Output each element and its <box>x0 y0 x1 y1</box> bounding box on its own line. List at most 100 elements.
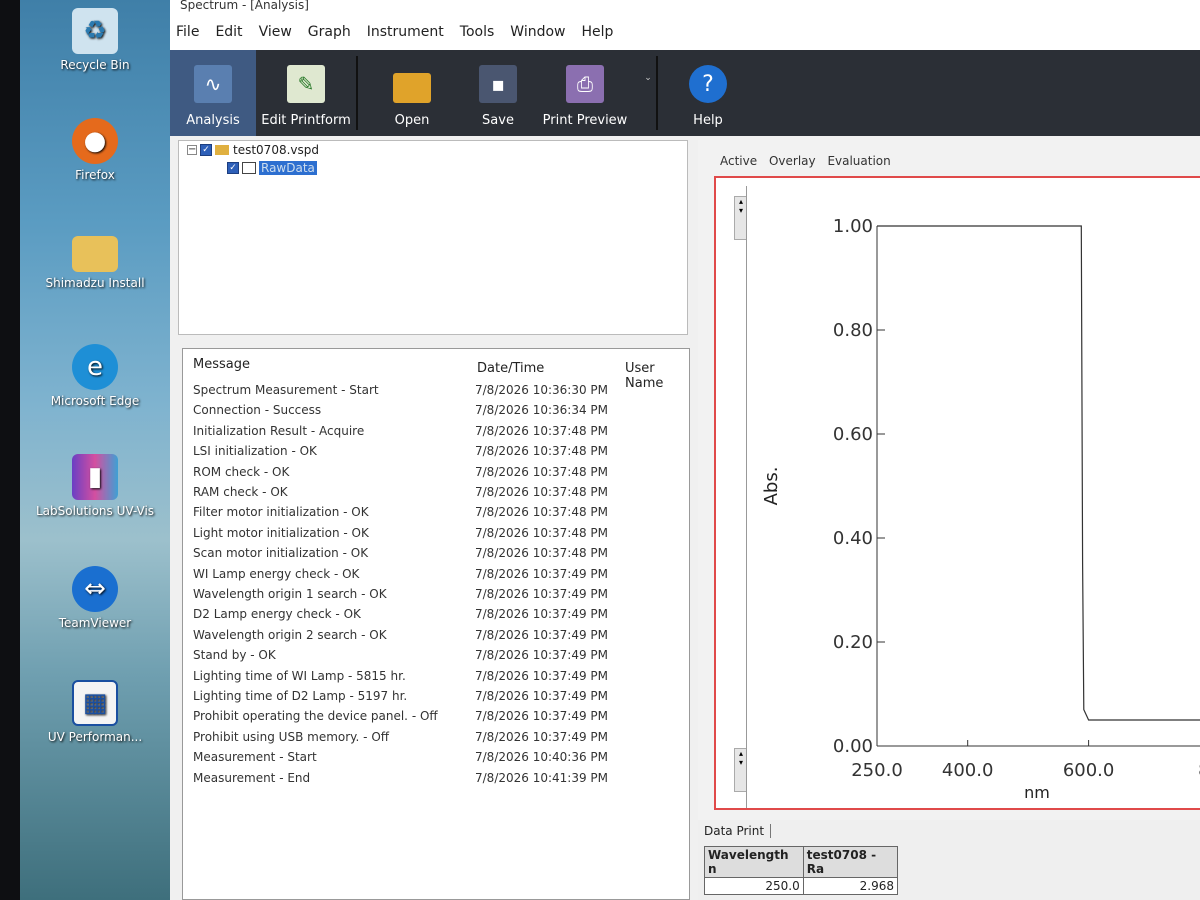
menu-help[interactable]: Help <box>581 24 613 40</box>
table-row[interactable]: Lighting time of D2 Lamp - 5197 hr. 7/8/2… <box>183 689 683 709</box>
app-window: Spectrum - [Analysis] File Edit View Gra… <box>170 0 1200 900</box>
table-row[interactable]: Light motor initialization - OK 7/8/2026 … <box>183 526 683 546</box>
menu-instrument[interactable]: Instrument <box>367 24 444 40</box>
desktop-icon-label: Recycle Bin <box>60 58 130 72</box>
table-row[interactable]: Prohibit using USB memory. - Off 7/8/2026… <box>183 730 683 750</box>
log-header-datetime[interactable]: Date/Time <box>477 361 544 376</box>
menu-bar: File Edit View Graph Instrument Tools Wi… <box>170 14 1200 50</box>
x-tick-label: 400.0 <box>942 760 994 781</box>
data-print-header-sample[interactable]: test0708 - Ra <box>802 846 899 878</box>
table-row[interactable]: D2 Lamp energy check - OK 7/8/2026 10:37:… <box>183 607 683 627</box>
table-row[interactable]: Wavelength origin 1 search - OK 7/8/2026 … <box>183 587 683 607</box>
table-row[interactable]: Initialization Result - Acquire 7/8/2026 … <box>183 424 683 444</box>
log-datetime: 7/8/2026 10:37:48 PM <box>475 444 609 459</box>
log-message: Prohibit operating the device panel. - O… <box>193 709 438 724</box>
desktop: ♻ Recycle Bin ● Firefox Shimadzu Install… <box>20 0 170 900</box>
log-datetime: 7/8/2026 10:37:48 PM <box>475 546 609 561</box>
tab-evaluation[interactable]: Evaluation <box>827 154 890 168</box>
table-row[interactable]: Stand by - OK 7/8/2026 10:37:49 PM <box>183 648 683 668</box>
spectrum-plot[interactable]: 0.000.200.400.600.801.00250.0400.0600.08… <box>746 186 1200 808</box>
collapse-icon[interactable]: − <box>187 145 197 155</box>
log-header-message[interactable]: Message <box>193 357 250 372</box>
menu-view[interactable]: View <box>259 24 292 40</box>
x-tick-label: 600.0 <box>1063 760 1115 781</box>
log-message: Light motor initialization - OK <box>193 525 369 540</box>
menu-window[interactable]: Window <box>510 24 565 40</box>
table-row[interactable]: Wavelength origin 2 search - OK 7/8/2026 … <box>183 628 683 648</box>
menu-tools[interactable]: Tools <box>460 24 495 40</box>
tree-checkbox[interactable]: ✓ <box>227 162 239 174</box>
table-row[interactable]: RAM check - OK 7/8/2026 10:37:48 PM <box>183 485 683 505</box>
edit-printform-button[interactable]: ✎ Edit Printform <box>256 50 356 136</box>
table-row[interactable]: Scan motor initialization - OK 7/8/2026 1… <box>183 546 683 566</box>
desktop-icon-shimadzu-install[interactable]: Shimadzu Install <box>20 236 170 291</box>
recycle-bin-icon: ♻ <box>72 8 118 54</box>
menu-edit[interactable]: Edit <box>215 24 242 40</box>
table-row[interactable]: Prohibit operating the device panel. - O… <box>183 709 683 729</box>
log-message: WI Lamp energy check - OK <box>193 566 360 581</box>
table-row[interactable]: ROM check - OK 7/8/2026 10:37:48 PM <box>183 465 683 485</box>
table-row[interactable]: Spectrum Measurement - Start 7/8/2026 10:… <box>183 383 683 403</box>
y-axis-label: Abs. <box>761 467 782 506</box>
data-print-header-wavelength[interactable]: Wavelength n <box>704 846 804 878</box>
log-message: Measurement - Start <box>193 750 317 765</box>
log-datetime: 7/8/2026 10:37:48 PM <box>475 423 609 438</box>
x-tick-label: 250.0 <box>851 760 903 781</box>
log-message: ROM check - OK <box>193 464 290 479</box>
log-datetime: 7/8/2026 10:37:49 PM <box>475 668 609 683</box>
print-dropdown-button[interactable]: ⌄ <box>640 50 656 136</box>
graph-tabs: Active Overlay Evaluation <box>720 154 899 168</box>
tree-checkbox[interactable]: ✓ <box>200 144 212 156</box>
log-message: LSI initialization - OK <box>193 444 317 459</box>
desktop-icon-uv-performance[interactable]: ▦ UV Performan... <box>20 680 170 745</box>
log-datetime: 7/8/2026 10:37:49 PM <box>475 566 609 581</box>
table-row[interactable]: Filter motor initialization - OK 7/8/2026… <box>183 505 683 525</box>
desktop-icon-labsolutions[interactable]: ▮ LabSolutions UV-Vis <box>20 454 170 519</box>
table-row[interactable]: Measurement - Start 7/8/2026 10:40:36 PM <box>183 750 683 770</box>
log-datetime: 7/8/2026 10:36:30 PM <box>475 383 609 397</box>
y-tick-label: 0.40 <box>833 528 873 549</box>
table-row[interactable]: WI Lamp energy check - OK 7/8/2026 10:37:… <box>183 567 683 587</box>
menu-file[interactable]: File <box>176 24 199 40</box>
log-message: Initialization Result - Acquire <box>193 423 365 438</box>
save-icon: ▪ <box>479 65 517 103</box>
print-preview-button[interactable]: ⎙ Print Preview <box>530 50 640 136</box>
menu-graph[interactable]: Graph <box>308 24 351 40</box>
tree-node-rawdata[interactable]: ✓ RawData <box>227 161 317 175</box>
log-datetime: 7/8/2026 10:37:49 PM <box>475 729 609 744</box>
desktop-icon-recycle-bin[interactable]: ♻ Recycle Bin <box>20 8 170 73</box>
analysis-button[interactable]: ∿ Analysis <box>170 50 256 136</box>
data-print-cell: 250.0 <box>704 877 804 895</box>
message-log: Message Date/Time User Name Spectrum Mea… <box>182 348 690 900</box>
table-row[interactable]: Measurement - End 7/8/2026 10:41:39 PM <box>183 771 683 791</box>
tab-active[interactable]: Active <box>720 154 757 168</box>
help-icon: ? <box>689 65 727 103</box>
tab-overlay[interactable]: Overlay <box>769 154 816 168</box>
y-tick-label: 1.00 <box>833 216 873 237</box>
log-datetime: 7/8/2026 10:37:49 PM <box>475 607 609 622</box>
table-row[interactable]: Lighting time of WI Lamp - 5815 hr. 7/8/2… <box>183 669 683 689</box>
log-message: Wavelength origin 1 search - OK <box>193 587 387 601</box>
chevron-down-icon: ⌄ <box>644 73 652 83</box>
firefox-icon: ● <box>72 118 118 164</box>
log-message: Filter motor initialization - OK <box>193 505 369 520</box>
desktop-icon-label: Firefox <box>75 168 115 182</box>
tree-node-file[interactable]: − ✓ test0708.vspd <box>187 143 319 157</box>
tab-data-print[interactable]: Data Print <box>704 824 772 838</box>
log-message: Lighting time of WI Lamp - 5815 hr. <box>193 668 406 683</box>
log-datetime: 7/8/2026 10:37:48 PM <box>475 525 609 540</box>
help-button[interactable]: ? Help <box>658 50 758 136</box>
graph-frame: ▴ ▾ ▴ ▾ 0.00 0.20 0.40 0.60 0.80 1.00 250.0 400.0… <box>714 176 1200 810</box>
log-datetime: 7/8/2026 10:41:39 PM <box>475 770 609 785</box>
table-row[interactable]: Connection - Success 7/8/2026 10:36:34 PM <box>183 403 683 423</box>
log-message: Spectrum Measurement - Start <box>193 383 379 397</box>
log-message: Wavelength origin 2 search - OK <box>193 627 387 642</box>
desktop-icon-teamviewer[interactable]: ⇔ TeamViewer <box>20 566 170 631</box>
x-axis-label: nm <box>1024 783 1050 802</box>
desktop-icon-firefox[interactable]: ● Firefox <box>20 118 170 183</box>
table-row[interactable]: LSI initialization - OK 7/8/2026 10:37:48… <box>183 444 683 464</box>
save-button[interactable]: ▪ Save <box>466 50 530 136</box>
desktop-icon-microsoft-edge[interactable]: e Microsoft Edge <box>20 344 170 409</box>
desktop-icon-label: UV Performan... <box>47 730 143 744</box>
open-button[interactable]: Open <box>358 50 466 136</box>
